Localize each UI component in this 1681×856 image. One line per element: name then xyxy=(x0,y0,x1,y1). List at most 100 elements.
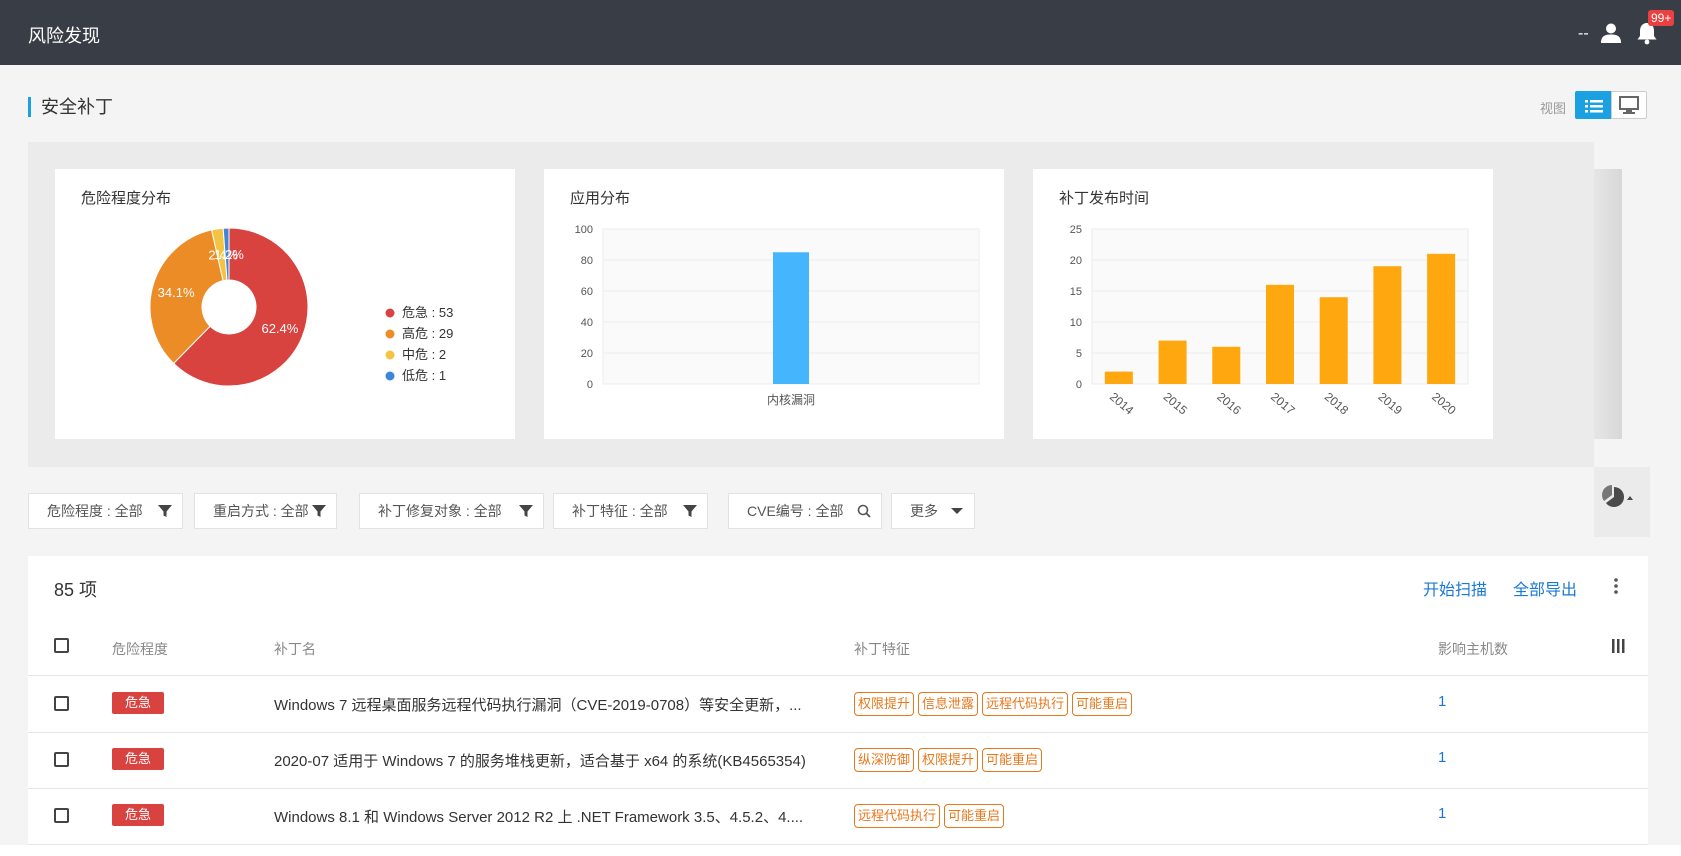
filter-cve[interactable]: CVE编号 : 全部 xyxy=(728,493,882,529)
view-label: 视图 xyxy=(1540,101,1567,116)
bar-2020[interactable] xyxy=(1427,253,1456,384)
user-name: -- xyxy=(1578,25,1589,42)
list-view-button[interactable] xyxy=(1575,91,1611,119)
host-count-link[interactable]: 1 xyxy=(1438,693,1446,710)
y-tick-label: 20 xyxy=(581,348,593,360)
feature-tag: 远程代码执行 xyxy=(854,804,941,828)
filter-restart[interactable]: 重启方式 : 全部 xyxy=(194,493,337,529)
bar-2019[interactable] xyxy=(1373,266,1402,384)
y-tick-label: 40 xyxy=(581,317,593,329)
page-title: 风险发现 xyxy=(28,26,100,46)
x-tick-label: 2014 xyxy=(1107,390,1137,418)
patch-name[interactable]: 2020-07 适用于 Windows 7 的服务堆栈更新，适合基于 x64 的… xyxy=(274,750,806,771)
select-all-checkbox[interactable] xyxy=(54,638,69,653)
x-tick-label: 2015 xyxy=(1161,390,1191,418)
legend-marker-1 xyxy=(385,329,395,339)
search-icon xyxy=(857,504,871,518)
column-features[interactable]: 补丁特征 xyxy=(854,639,910,659)
y-tick-label: 25 xyxy=(1070,224,1082,236)
severity-chart-card: 危险程度分布 62.4% 危急 : 53 34.1% 高危 : 29 2.4% 中危 : … xyxy=(55,169,515,439)
x-tick-label: 2016 xyxy=(1214,390,1244,418)
pie-label-0: 62.4% xyxy=(261,321,298,336)
pie-label-3: 1.2% xyxy=(214,247,244,262)
row-checkbox[interactable] xyxy=(54,808,69,823)
column-severity[interactable]: 危险程度 xyxy=(112,639,168,659)
legend-marker-0 xyxy=(385,308,395,318)
bar-内核漏洞[interactable] xyxy=(773,252,809,384)
y-tick-label: 80 xyxy=(581,255,593,267)
y-tick-label: 5 xyxy=(1076,348,1082,360)
result-count: 85 项 xyxy=(54,580,98,600)
patch-name[interactable]: Windows 7 远程桌面服务远程代码执行漏洞（CVE-2019-0708）等… xyxy=(274,694,802,715)
list-icon xyxy=(1585,100,1603,113)
table-row[interactable]: 危急 2020-07 适用于 Windows 7 的服务堆栈更新，适合基于 x6… xyxy=(28,733,1648,789)
release-chart-card: 补丁发布时间 0 5 10 15 20 25 2014 2015 2016 2017 2018 201… xyxy=(1033,169,1493,439)
feature-tag: 可能重启 xyxy=(944,804,1005,828)
column-name[interactable]: 补丁名 xyxy=(274,639,316,659)
chart-scroll-strip[interactable] xyxy=(1594,169,1622,439)
filter-label: 更多 xyxy=(910,503,938,519)
notification-badge: 99+ xyxy=(1648,10,1675,26)
feature-tag: 权限提升 xyxy=(918,748,979,772)
more-options-icon[interactable] xyxy=(1613,576,1619,596)
severity-pie-chart: 62.4%危急 : 5334.1%高危 : 292.4%中危 : 21.2%低危… xyxy=(149,227,453,387)
filter-icon xyxy=(519,505,533,517)
row-checkbox[interactable] xyxy=(54,752,69,767)
pie-label-1: 34.1% xyxy=(158,285,195,300)
host-count-link[interactable]: 1 xyxy=(1438,805,1446,822)
y-tick-label: 100 xyxy=(575,224,593,236)
feature-tag: 可能重启 xyxy=(982,748,1043,772)
chart-panel: 危险程度分布 62.4% 危急 : 53 34.1% 高危 : 29 2.4% 中危 : … xyxy=(28,142,1594,467)
column-hosts[interactable]: 影响主机数 xyxy=(1438,639,1508,659)
table-row[interactable]: 危急 Windows 7 远程桌面服务远程代码执行漏洞（CVE-2019-070… xyxy=(28,677,1648,733)
filter-severity[interactable]: 危险程度 : 全部 xyxy=(28,493,183,529)
legend-marker-2 xyxy=(385,350,395,360)
top-bar: 风险发现 -- 99+ xyxy=(0,0,1681,65)
host-count-link[interactable]: 1 xyxy=(1438,749,1446,766)
column-settings-icon[interactable] xyxy=(1610,638,1626,654)
more-filters-button[interactable]: 更多 xyxy=(891,493,975,529)
feature-tags: 远程代码执行 可能重启 xyxy=(854,804,1008,828)
x-tick-label: 2018 xyxy=(1322,390,1352,418)
app-chart-card: 应用分布 0 20 40 60 80 100 内核漏洞 xyxy=(544,169,1004,439)
user-icon[interactable] xyxy=(1600,22,1622,44)
section-title: 安全补丁 xyxy=(28,97,113,117)
x-tick-label: 2020 xyxy=(1429,390,1459,418)
severity-badge: 危急 xyxy=(112,692,164,714)
feature-tags: 权限提升 信息泄露 远程代码执行 可能重启 xyxy=(854,692,1136,716)
release-bar-chart: 0 5 10 15 20 25 2014 2015 2016 2017 2018 2019 2020 xyxy=(1070,224,1469,418)
x-tick-label: 2017 xyxy=(1268,390,1298,418)
main-content: 安全补丁 视图 危险程度分布 62.4% 危急 : 53 34.1% 高危 : 29 2… xyxy=(0,65,1681,856)
filter-label: 补丁修复对象 : 全部 xyxy=(378,503,502,519)
bar-2017[interactable] xyxy=(1266,284,1294,384)
bar-2014[interactable] xyxy=(1104,371,1133,384)
severity-badge: 危急 xyxy=(112,748,164,770)
row-checkbox[interactable] xyxy=(54,696,69,711)
filter-label: 危险程度 : 全部 xyxy=(47,503,143,519)
filter-feature[interactable]: 补丁特征 : 全部 xyxy=(553,493,708,529)
table-header: 危险程度 补丁名 补丁特征 影响主机数 xyxy=(28,616,1648,676)
chart-toggle-button[interactable] xyxy=(1594,467,1650,537)
pie-chart-icon xyxy=(1602,485,1633,507)
bar-2015[interactable] xyxy=(1158,340,1187,384)
feature-tag: 纵深防御 xyxy=(854,748,915,772)
screen-view-button[interactable] xyxy=(1611,91,1647,119)
x-tick-label: 内核漏洞 xyxy=(767,393,815,407)
legend-label-3: 低危 : 1 xyxy=(402,368,446,383)
export-all-button[interactable]: 全部导出 xyxy=(1513,576,1577,600)
y-tick-label: 60 xyxy=(581,286,593,298)
patch-table: 85 项 开始扫描 全部导出 危险程度 补丁名 补丁特征 影响主机数 危急 Wi… xyxy=(28,556,1648,856)
bar-2016[interactable] xyxy=(1212,346,1241,384)
y-tick-label: 0 xyxy=(587,379,593,391)
start-scan-button[interactable]: 开始扫描 xyxy=(1423,576,1487,600)
y-tick-label: 10 xyxy=(1070,317,1082,329)
y-tick-label: 20 xyxy=(1070,255,1082,267)
feature-tags: 纵深防御 权限提升 可能重启 xyxy=(854,748,1046,772)
patch-name[interactable]: Windows 8.1 和 Windows Server 2012 R2 上 .… xyxy=(274,806,803,827)
legend-marker-3 xyxy=(385,371,395,381)
filter-target[interactable]: 补丁修复对象 : 全部 xyxy=(359,493,544,529)
table-row[interactable]: 危急 Windows 8.1 和 Windows Server 2012 R2 … xyxy=(28,789,1648,845)
feature-tag: 信息泄露 xyxy=(918,692,979,716)
bar-2018[interactable] xyxy=(1319,297,1348,384)
filter-icon xyxy=(158,505,172,517)
